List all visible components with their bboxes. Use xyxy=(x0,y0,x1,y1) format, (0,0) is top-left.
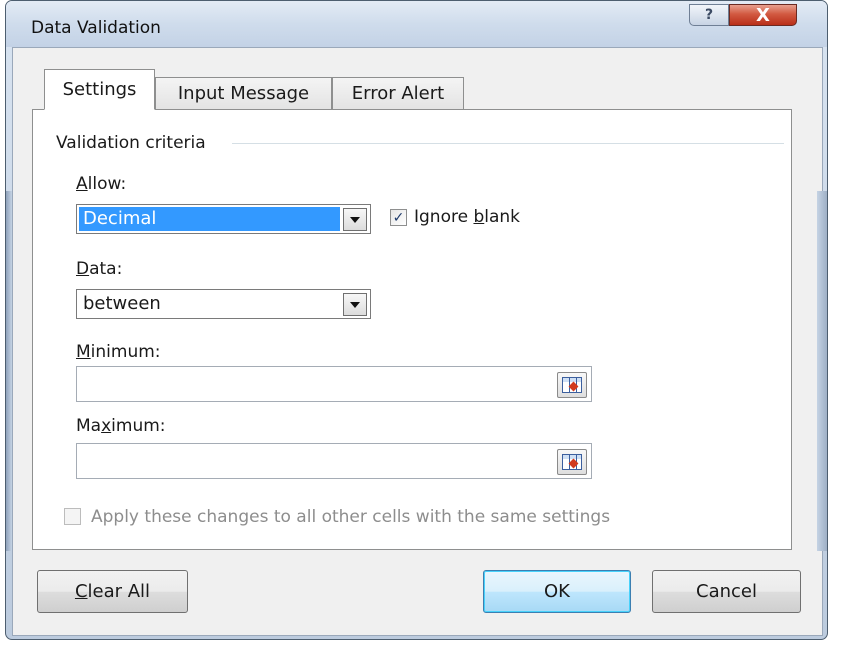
collapse-dialog-icon xyxy=(562,377,582,393)
collapse-dialog-icon xyxy=(562,454,582,470)
maximum-range-button[interactable] xyxy=(557,449,587,475)
validation-criteria-label: Validation criteria xyxy=(56,133,206,153)
maximum-label: Maximum: xyxy=(76,416,166,436)
tab-input-message[interactable]: Input Message xyxy=(155,77,332,110)
allow-label: Allow: xyxy=(76,174,127,194)
data-selected-value: between xyxy=(83,293,161,314)
title-bar[interactable]: Data Validation ? X xyxy=(6,1,827,47)
tab-label: Error Alert xyxy=(351,83,445,104)
group-divider xyxy=(232,143,784,144)
data-label: Data: xyxy=(76,259,123,279)
tab-label: Settings xyxy=(62,78,137,100)
chevron-down-icon[interactable] xyxy=(343,208,367,231)
maximum-input[interactable] xyxy=(76,443,592,479)
ignore-blank-checkbox[interactable]: ✓ xyxy=(390,209,407,226)
checkmark-icon: ✓ xyxy=(392,209,405,226)
tab-error-alert[interactable]: Error Alert xyxy=(332,77,464,110)
minimum-range-button[interactable] xyxy=(557,372,587,398)
data-dropdown[interactable]: between xyxy=(76,289,371,319)
ignore-blank-label[interactable]: Ignore blank xyxy=(414,207,520,227)
cancel-button[interactable]: Cancel xyxy=(652,570,801,613)
minimum-label: Minimum: xyxy=(76,342,161,362)
settings-panel xyxy=(32,109,792,550)
ok-button[interactable]: OK xyxy=(483,570,631,613)
tab-label: Input Message xyxy=(177,83,310,104)
help-button[interactable]: ? xyxy=(689,4,729,26)
help-icon: ? xyxy=(704,7,714,23)
dialog-title: Data Validation xyxy=(31,18,161,38)
ok-label: OK xyxy=(544,581,570,602)
minimum-input[interactable] xyxy=(76,366,592,402)
apply-all-label: Apply these changes to all other cells w… xyxy=(91,507,611,527)
close-icon: X xyxy=(756,4,770,26)
close-button[interactable]: X xyxy=(729,4,797,26)
allow-selected-value: Decimal xyxy=(79,207,340,231)
chevron-down-icon[interactable] xyxy=(343,293,367,316)
apply-all-checkbox[interactable] xyxy=(64,508,81,525)
clear-all-button[interactable]: Clear All xyxy=(37,570,188,613)
tab-settings[interactable]: Settings xyxy=(44,69,155,110)
clear-all-label: Clear All xyxy=(74,581,151,602)
cancel-label: Cancel xyxy=(696,581,757,602)
allow-dropdown[interactable]: Decimal xyxy=(76,204,371,234)
